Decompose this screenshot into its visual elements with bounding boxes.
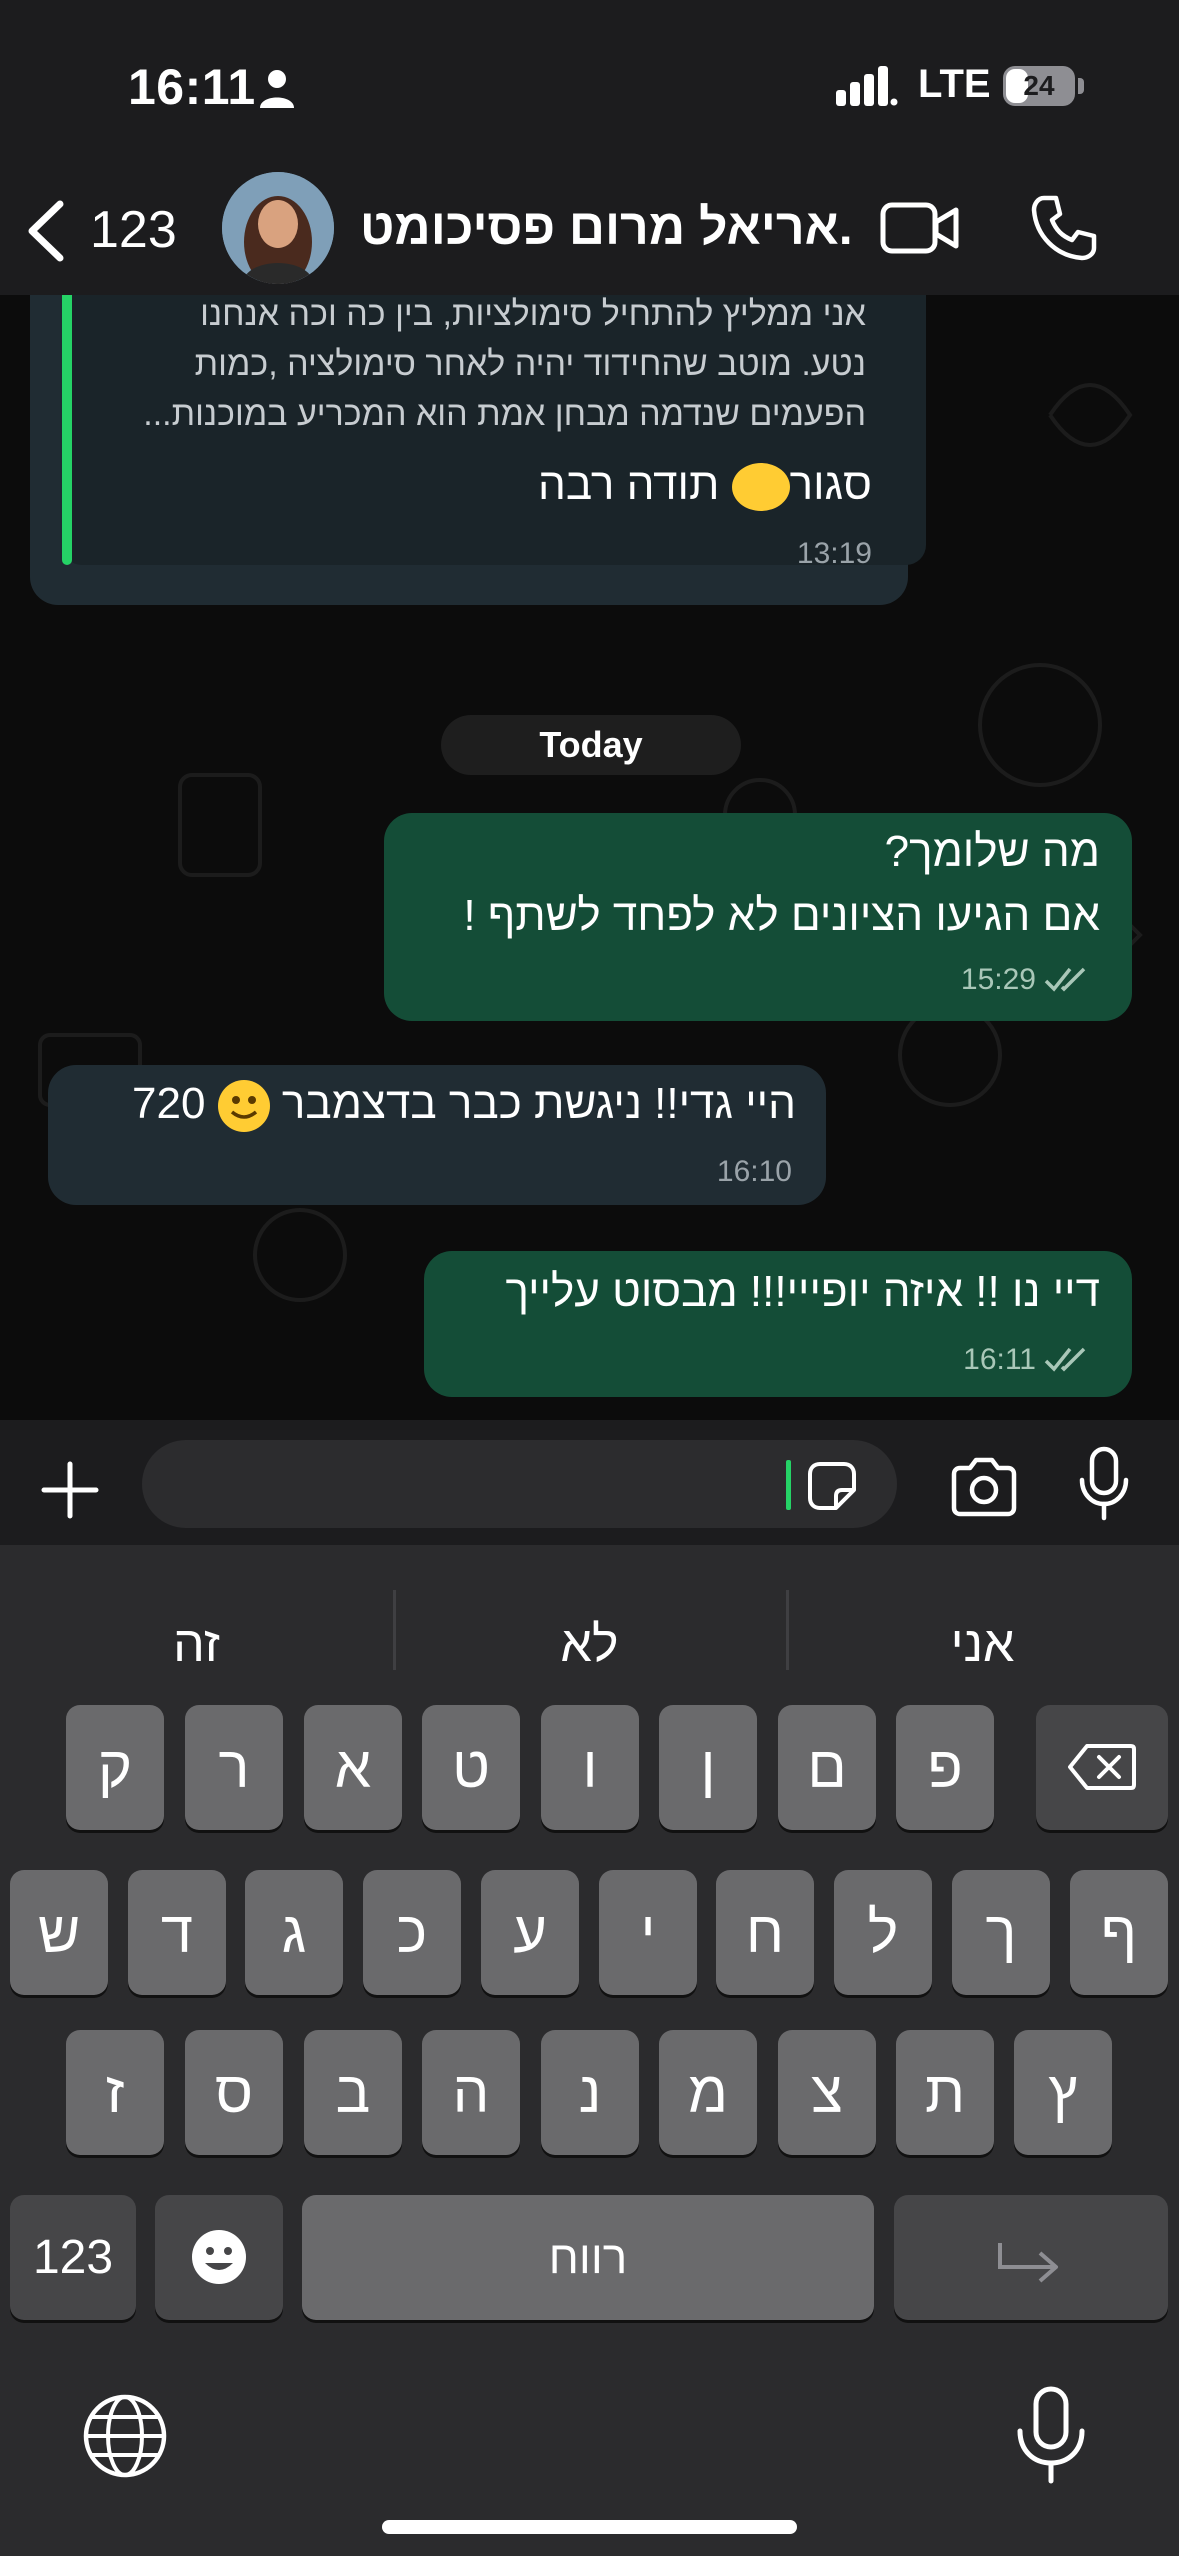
emoji-icon [192, 2230, 246, 2284]
key[interactable]: ת [896, 2030, 994, 2155]
key[interactable]: ע [481, 1870, 579, 1995]
key[interactable]: ץ [1014, 2030, 1112, 2155]
message-text: היי גדי!! ניגשת כבר בדצמבר 720 [132, 1079, 796, 1133]
message-text: סגור תודה רבה [537, 460, 872, 512]
message-time: 16:10 [716, 1155, 792, 1188]
back-icon[interactable] [22, 200, 68, 262]
backspace-key[interactable] [1036, 1705, 1168, 1830]
read-receipt-icon [1044, 967, 1086, 992]
return-icon [998, 2243, 1058, 2283]
key[interactable]: ף [1070, 1870, 1168, 1995]
message-bubble-outgoing[interactable]: דיי נו !! איזה יופייי!!! מבסוט עלייך 16:… [424, 1251, 1132, 1397]
message-text: אם הגיעו הציונים לא לפחד לשתף ! [463, 891, 1100, 940]
battery-cap [1078, 78, 1084, 94]
key[interactable]: ן [659, 1705, 757, 1830]
message-composer [0, 1420, 1179, 1545]
microphone-icon[interactable] [1078, 1446, 1130, 1522]
key[interactable]: נ [541, 2030, 639, 2155]
key[interactable]: מ [659, 2030, 757, 2155]
battery-level: 24 [1023, 70, 1055, 101]
network-label: LTE [918, 62, 991, 106]
key[interactable]: א [304, 1705, 402, 1830]
status-time: 16:11 [128, 59, 256, 115]
suggestion-item[interactable]: אני [786, 1615, 1179, 1673]
key[interactable]: ג [245, 1870, 343, 1995]
backspace-icon [1068, 1744, 1136, 1790]
key[interactable]: ו [541, 1705, 639, 1830]
key[interactable]: ק [66, 1705, 164, 1830]
key[interactable]: ר [185, 1705, 283, 1830]
space-key[interactable]: רווח [302, 2195, 874, 2320]
key[interactable]: ד [128, 1870, 226, 1995]
return-key[interactable] [894, 2195, 1168, 2320]
key[interactable]: כ [363, 1870, 461, 1995]
key[interactable]: ה [422, 2030, 520, 2155]
message-1-content: סגור תודה רבה 13:19 [30, 295, 908, 605]
plus-icon[interactable] [40, 1460, 100, 1520]
message-input[interactable] [142, 1440, 897, 1528]
message-text-part: 720 [132, 1079, 206, 1128]
day-separator: Today [441, 715, 741, 775]
camera-icon[interactable] [948, 1456, 1020, 1518]
key[interactable]: פ [896, 1705, 994, 1830]
back-unread-count[interactable]: 123 [90, 200, 177, 260]
message-text-part: היי גדי!! ניגשת כבר בדצמבר [281, 1079, 796, 1128]
message-bubble-outgoing[interactable]: מה שלומך? אם הגיעו הציונים לא לפחד לשתף … [384, 813, 1132, 1021]
key[interactable]: ח [716, 1870, 814, 1995]
key[interactable]: ז [66, 2030, 164, 2155]
home-indicator[interactable] [382, 2520, 797, 2534]
contact-name[interactable]: אריאל מרום פסיכומט... [360, 198, 850, 256]
suggestion-item[interactable]: זה [0, 1615, 393, 1673]
chat-header: 123 אריאל מרום פסיכומט... [0, 160, 1179, 295]
message-text-part: תודה רבה [537, 460, 732, 509]
dictation-mic-icon[interactable] [1014, 2385, 1088, 2485]
message-time: 15:29 [960, 963, 1036, 996]
key[interactable]: ם [778, 1705, 876, 1830]
key[interactable]: ב [304, 2030, 402, 2155]
battery-icon: 24 [1003, 66, 1075, 106]
phone-icon[interactable] [1030, 194, 1098, 262]
suggestion-item[interactable]: לא [393, 1615, 786, 1673]
text-cursor [786, 1460, 791, 1510]
numbers-key[interactable]: 123 [10, 2195, 136, 2320]
key[interactable]: ס [185, 2030, 283, 2155]
video-call-icon[interactable] [880, 200, 960, 256]
key[interactable]: צ [778, 2030, 876, 2155]
globe-icon[interactable] [82, 2393, 168, 2479]
message-time: 13:19 [796, 537, 872, 570]
saluting-face-emoji [731, 463, 790, 512]
key[interactable]: ל [834, 1870, 932, 1995]
key[interactable]: ך [952, 1870, 1050, 1995]
read-receipt-icon [1044, 1347, 1086, 1372]
message-text: דיי נו !! איזה יופייי!!! מבסוט עלייך [505, 1267, 1101, 1316]
status-bar: 16:11 LTE 24 [0, 0, 1179, 170]
sticker-icon[interactable] [804, 1458, 860, 1514]
key[interactable]: י [599, 1870, 697, 1995]
message-text: מה שלומך? [884, 827, 1100, 876]
message-time: 16:11 [963, 1343, 1036, 1376]
person-icon [260, 70, 294, 108]
key[interactable]: ט [422, 1705, 520, 1830]
chat-area[interactable]: אני ממליץ להתחיל סימולציות, בין כה וכה א… [0, 295, 1179, 1420]
message-text-part: סגור [789, 460, 872, 509]
smiling-face-emoji [217, 1080, 270, 1133]
message-bubble-incoming[interactable]: היי גדי!! ניגשת כבר בדצמבר 720 16:10 [48, 1065, 826, 1205]
signal-icon [836, 66, 898, 106]
avatar[interactable] [222, 172, 334, 284]
emoji-key[interactable] [155, 2195, 283, 2320]
keyboard: זה לא אני ק ר א ט ו ן ם פ ש ד ג כ ע י ח … [0, 1545, 1179, 2556]
key[interactable]: ש [10, 1870, 108, 1995]
